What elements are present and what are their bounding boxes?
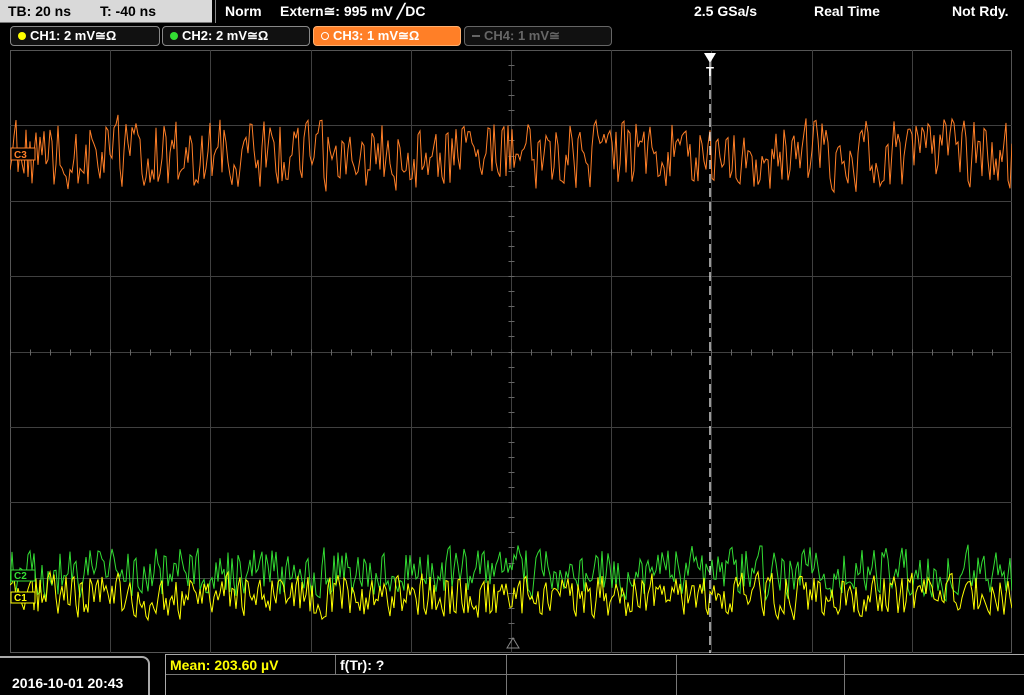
trigger-source[interactable]: Extern≅: 995 mV ╱DC	[280, 3, 425, 20]
trigger-marker-label: T	[706, 64, 714, 79]
timebase-value: TB: 20 ns	[8, 3, 72, 19]
meas-cell-empty-1[interactable]	[507, 655, 677, 675]
trigger-mode[interactable]: Norm	[225, 3, 262, 19]
ch4-off-icon	[472, 35, 480, 37]
ch1-dot-icon	[18, 32, 26, 40]
sample-rate[interactable]: 2.5 GSa/s	[694, 3, 757, 19]
datetime-box: 2016-10-01 20:43	[0, 656, 150, 695]
meas-cell-empty-4[interactable]	[166, 675, 507, 695]
trigger-offset-value: T: -40 ns	[100, 3, 157, 19]
ch1-label: CH1: 2 mV≅Ω	[30, 28, 117, 43]
ch2-label: CH2: 2 mV≅Ω	[182, 28, 269, 43]
waveform-display[interactable]: T C3 C2 C1	[10, 50, 1012, 653]
waveform-svg: T C3 C2 C1	[10, 50, 1012, 653]
ch2-marker-label: C2	[14, 571, 27, 582]
meas-cell-freq[interactable]: f(Tr): ?	[336, 655, 507, 675]
datetime-value: 2016-10-01 20:43	[12, 675, 124, 691]
meas-cell-empty-3[interactable]	[845, 655, 1024, 675]
measurement-panel: Mean: 203.60 µV f(Tr): ?	[165, 654, 1024, 695]
ch3-label: CH3: 1 mV≅Ω	[333, 28, 420, 43]
acquisition-state: Not Rdy.	[952, 3, 1009, 19]
meas-cell-mean[interactable]: Mean: 203.60 µV	[166, 655, 336, 675]
tab-ch4[interactable]: CH4: 1 mV≅	[464, 26, 612, 46]
ch1-marker-label: C1	[14, 593, 27, 604]
timebase-box[interactable]: TB: 20 ns T: -40 ns	[0, 0, 212, 23]
tab-ch3[interactable]: CH3: 1 mV≅Ω	[313, 26, 461, 46]
frequency-measurement: f(Tr): ?	[340, 657, 385, 673]
top-separator	[215, 0, 216, 23]
channel-tabs: CH1: 2 mV≅Ω CH2: 2 mV≅Ω CH3: 1 mV≅Ω CH4:…	[0, 26, 1024, 48]
meas-cell-empty-2[interactable]	[677, 655, 845, 675]
ch3-marker-label: C3	[14, 150, 27, 161]
ch2-dot-icon	[170, 32, 178, 40]
ch3-dot-icon	[321, 32, 329, 40]
acquisition-mode[interactable]: Real Time	[814, 3, 880, 19]
tab-ch1[interactable]: CH1: 2 mV≅Ω	[10, 26, 160, 46]
meas-cell-empty-6[interactable]	[677, 675, 845, 695]
meas-cell-empty-5[interactable]	[507, 675, 677, 695]
mean-measurement: Mean: 203.60 µV	[170, 657, 279, 673]
tab-ch2[interactable]: CH2: 2 mV≅Ω	[162, 26, 310, 46]
ch4-label: CH4: 1 mV≅	[484, 28, 560, 43]
status-bar: TB: 20 ns T: -40 ns Norm Extern≅: 995 mV…	[0, 0, 1024, 24]
